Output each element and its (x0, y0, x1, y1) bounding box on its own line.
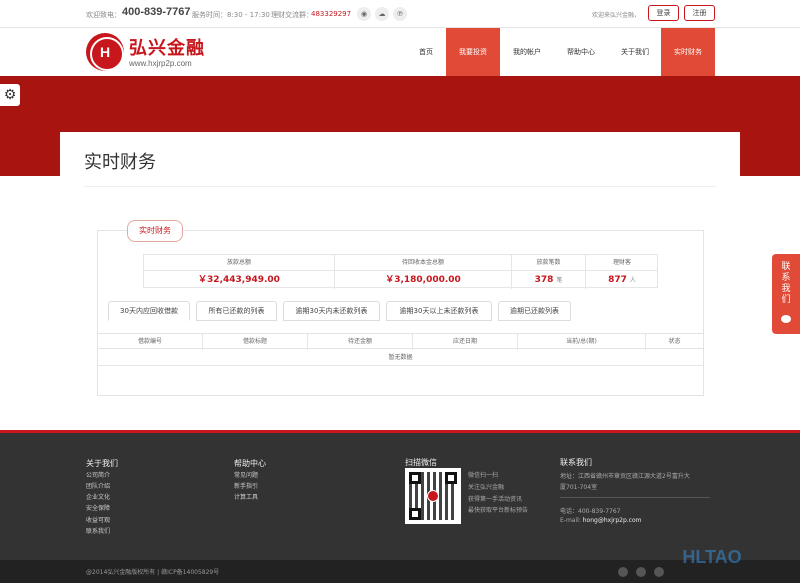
footer-link[interactable]: 安全保障 (86, 503, 110, 512)
footer-link[interactable]: 收益可观 (86, 515, 110, 524)
tab-overdue-repaid[interactable]: 逾期已还款列表 (498, 301, 571, 321)
footer-link[interactable]: 计算工具 (234, 492, 258, 501)
footer-contact-title: 联系我们 (560, 458, 592, 467)
phone-number: 400-839-7767 (122, 6, 191, 18)
stat-value: 877 人 (608, 275, 636, 285)
footer-about-title: 关于我们 (86, 459, 118, 468)
wechat-icon[interactable]: ☁ (375, 7, 389, 21)
stat-loan-count: 放款笔数 378 笔 (512, 255, 586, 289)
qq-group-label: 理财交流群： (271, 11, 313, 19)
footer-link[interactable]: 企业文化 (86, 492, 110, 501)
wechat-line: 关注弘兴金融 (468, 484, 505, 491)
wechat-line: 最快获取平台新标预告 (468, 507, 529, 514)
col-loan-id: 借款编号 (98, 334, 203, 350)
footer-link[interactable]: 公司简介 (86, 470, 110, 479)
wechat-qr-code (405, 468, 461, 524)
nav-help-center[interactable]: 帮助中心 (554, 28, 608, 76)
stat-value: 378 笔 (534, 275, 563, 285)
stat-investors: 理财客 877 人 (586, 255, 658, 289)
qr-logo-icon (427, 490, 439, 502)
gear-icon[interactable]: ⚙ (0, 84, 20, 106)
stat-unit: 笔 (556, 277, 563, 284)
pinterest-icon[interactable]: ℗ (393, 7, 407, 21)
footer-link[interactable]: 联系我们 (86, 526, 110, 535)
tab-overdue-over-30[interactable]: 逾期30天以上未还款列表 (386, 301, 492, 321)
tab-repaid-list[interactable]: 所有已还款的列表 (196, 301, 277, 321)
watermark-logo: HLTAO (682, 547, 742, 567)
contact-address: 地址：江西省赣州市章贡区赣江源大道2号富升大 (560, 473, 690, 480)
col-amount-due: 待还金额 (308, 334, 413, 350)
footer-divider (560, 497, 710, 498)
contact-address-2: 厦701-704室 (560, 484, 598, 491)
qq-group-number[interactable]: 483329297 (311, 10, 351, 18)
qr-finder (445, 472, 457, 484)
email-link[interactable]: hong@hxjrp2p.com (583, 517, 642, 524)
stat-label: 待回收本金总额 (335, 255, 511, 271)
col-period: 当前/总(期) (518, 334, 646, 350)
welcome-text: 欢迎来弘兴金融， (592, 12, 641, 19)
col-due-date: 应还日期 (413, 334, 518, 350)
contact-phone: 电话：400-839-7767 (560, 508, 621, 515)
footer-wechat-title: 扫描微信 (405, 458, 437, 467)
nav-invest[interactable]: 我要投资 (446, 28, 500, 76)
footer-help-title: 帮助中心 (234, 459, 266, 468)
wechat-line: 微信扫一扫 (468, 472, 499, 479)
login-button[interactable]: 登录 (648, 5, 679, 21)
logo-url: www.hxjrp2p.com (129, 59, 192, 68)
footer-link[interactable]: 新手指引 (234, 481, 258, 490)
phone-label: 欢迎致电： (86, 11, 121, 19)
chat-bubble-icon (781, 315, 791, 323)
footer-link[interactable]: 团队介绍 (86, 481, 110, 490)
page-title: 实时财务 (84, 152, 156, 173)
register-button[interactable]: 注册 (684, 5, 715, 21)
wechat-line: 获得第一手活动资讯 (468, 496, 523, 503)
contact-us-widget[interactable]: 联 系 我 们 (772, 254, 800, 334)
stats-table: 放款总额 ￥32,443,949.00 待回收本金总额 ￥3,180,000.0… (143, 254, 658, 289)
footer-link[interactable]: 常见问题 (234, 470, 258, 479)
section-tab-label: 实时财务 (127, 220, 183, 242)
qr-finder (409, 508, 421, 520)
nav-about-us[interactable]: 关于我们 (608, 28, 662, 76)
qq-icon[interactable] (618, 567, 628, 577)
logo-name[interactable]: 弘兴金融 (129, 34, 205, 60)
stat-pending-principal: 待回收本金总额 ￥3,180,000.00 (335, 255, 512, 289)
qr-finder (409, 472, 421, 484)
col-status: 状态 (668, 338, 681, 345)
col-loan-title: 借款标题 (203, 334, 308, 350)
stat-unit: 人 (629, 277, 636, 284)
empty-message: 暂无数据 (98, 350, 703, 366)
tab-overdue-within-30[interactable]: 逾期30天内未还款列表 (283, 301, 380, 321)
copyright-text: @2014弘兴金融版权所有 | 赣ICP备14005829号 (86, 569, 220, 576)
stat-label: 理财客 (586, 255, 658, 271)
stat-value: ￥3,180,000.00 (385, 275, 461, 285)
stat-label: 放款总额 (144, 255, 334, 271)
stat-value: ￥32,443,949.00 (198, 275, 280, 285)
nav-home[interactable]: 首页 (404, 28, 448, 76)
contact-email: E-mail: hong@hxjrp2p.com (560, 517, 642, 524)
weibo-icon[interactable]: ◉ (357, 7, 371, 21)
main-header: H 弘兴金融 www.hxjrp2p.com 首页 我要投资 我的帐户 帮助中心… (0, 28, 800, 76)
stat-label: 放款笔数 (512, 255, 585, 271)
contact-us-label: 联 系 我 们 (781, 262, 791, 305)
top-info-bar: 欢迎致电： 400-839-7767 服务时间：8:30 - 17:30 理财交… (0, 0, 800, 28)
service-hours: 服务时间：8:30 - 17:30 (192, 11, 270, 19)
stat-total-loans: 放款总额 ￥32,443,949.00 (144, 255, 335, 289)
nav-my-account[interactable]: 我的帐户 (500, 28, 554, 76)
table-header: 借款编号 借款标题 待还金额 应还日期 当前/总(期) 状态 (98, 333, 703, 350)
tab-due-30-days[interactable]: 30天内应回收借款 (108, 301, 190, 321)
title-divider (84, 186, 716, 187)
logo-icon[interactable]: H (86, 33, 124, 71)
nav-realtime-finance[interactable]: 实时财务 (661, 28, 715, 76)
